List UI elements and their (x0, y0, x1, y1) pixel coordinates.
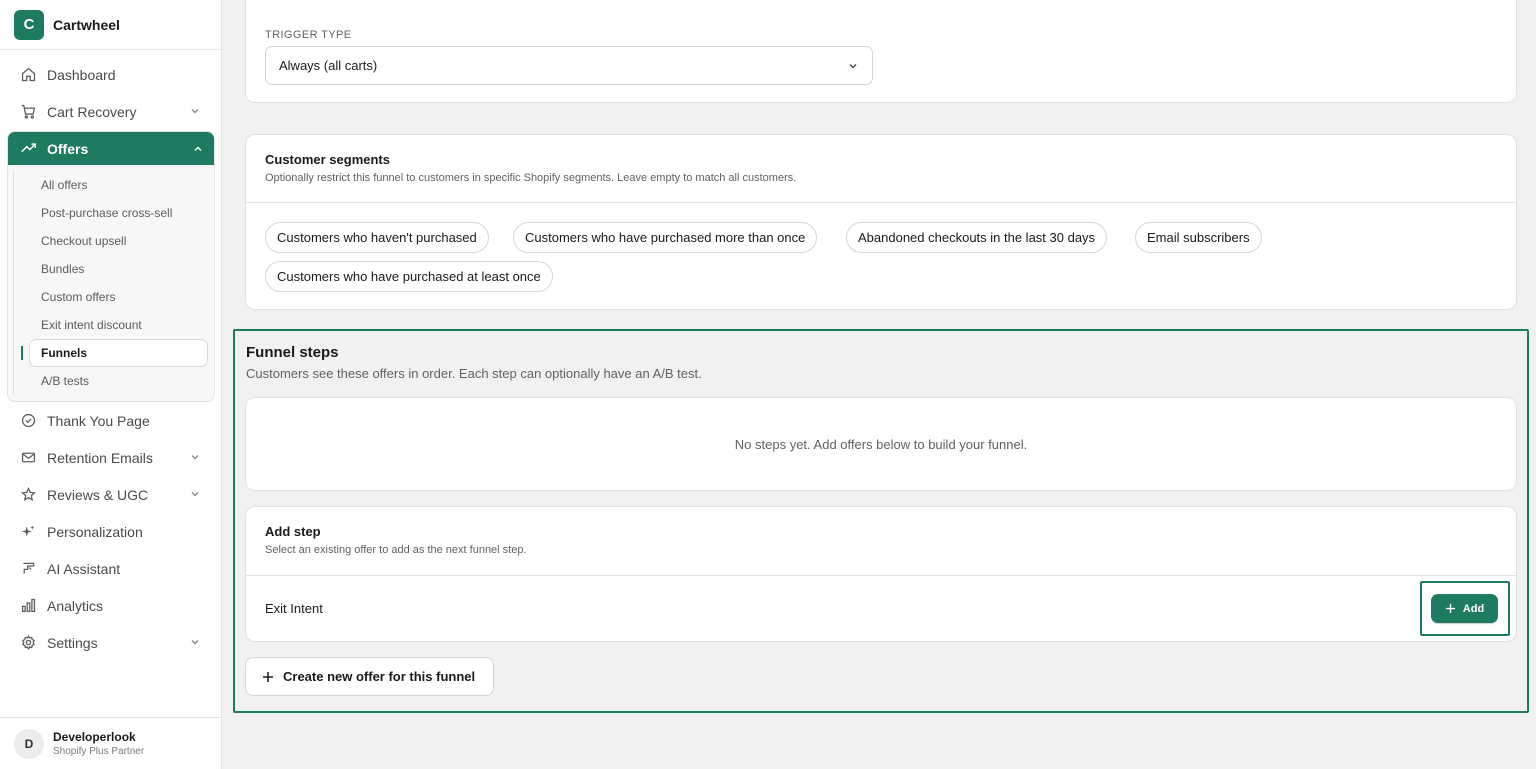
funnel-steps-header: Funnel steps Customers see these offers … (246, 344, 702, 381)
funnel-steps-title: Funnel steps (246, 344, 339, 361)
add-step-button[interactable]: Add (1431, 594, 1498, 623)
plus-icon (1445, 603, 1455, 614)
subnav-bundles[interactable]: Bundles (13, 255, 214, 283)
nav-personalization-label: Personalization (47, 523, 143, 540)
nav-offers-label: Offers (47, 140, 89, 157)
brand-logo: C (14, 9, 44, 40)
segments-title: Customer segments (265, 152, 390, 167)
nav-cart-recovery-label: Cart Recovery (47, 103, 137, 120)
segment-chip[interactable]: Customers who haven't purchased (265, 222, 489, 253)
user-text: Developerlook Shopify Plus Partner (53, 730, 144, 757)
nav-dashboard[interactable]: Dashboard (0, 56, 222, 93)
divider (246, 575, 1516, 576)
add-step-card: Add step Select an existing offer to add… (245, 506, 1517, 642)
trending-up-icon (20, 139, 37, 159)
segment-chip[interactable]: Abandoned checkouts in the last 30 days (846, 222, 1108, 253)
user-profile[interactable]: D Developerlook Shopify Plus Partner (0, 717, 222, 769)
nav-reviews-label: Reviews & UGC (47, 486, 149, 503)
subnav-all-offers[interactable]: All offers (13, 171, 214, 199)
segments-subtitle: Optionally restrict this funnel to custo… (265, 172, 797, 184)
trigger-card: TRIGGER TYPE Always (all carts) (245, 0, 1517, 103)
subnav-post-purchase[interactable]: Post-purchase cross-sell (13, 199, 214, 227)
bar-chart-icon (19, 597, 37, 615)
add-step-subtitle: Select an existing offer to add as the n… (265, 544, 527, 556)
segments-header: Customer segments Optionally restrict th… (265, 152, 796, 184)
main-nav: Dashboard Cart Recovery Offers All offer… (0, 56, 222, 661)
brand-name: Cartwheel (53, 16, 120, 33)
chevron-down-icon (191, 109, 199, 114)
offers-subnav: All offers Post-purchase cross-sell Chec… (13, 165, 214, 395)
add-step-title: Add step (265, 524, 321, 539)
nav-settings[interactable]: Settings (0, 624, 222, 661)
nav-retention[interactable]: Retention Emails (0, 439, 222, 476)
subnav-ab-tests[interactable]: A/B tests (13, 367, 214, 395)
plus-icon (263, 671, 273, 682)
home-icon (19, 66, 37, 84)
segment-chip[interactable]: Email subscribers (1135, 222, 1262, 253)
chevron-down-icon (191, 492, 199, 497)
cart-icon (19, 103, 37, 121)
nav-settings-label: Settings (47, 634, 98, 651)
nav-dashboard-label: Dashboard (47, 66, 116, 83)
nav-thank-you[interactable]: Thank You Page (0, 402, 222, 439)
funnel-steps-subtitle: Customers see these offers in order. Eac… (246, 366, 702, 381)
nav-retention-label: Retention Emails (47, 449, 153, 466)
user-role: Shopify Plus Partner (53, 746, 145, 757)
chevron-down-icon (191, 640, 199, 645)
check-circle-icon (19, 412, 37, 430)
add-step-header: Add step Select an existing offer to add… (265, 524, 527, 556)
sidebar: C Cartwheel Dashboard Cart Recovery Offe… (0, 0, 222, 769)
subnav-funnels[interactable]: Funnels (21, 339, 208, 367)
nav-analytics[interactable]: Analytics (0, 587, 222, 624)
segment-chip[interactable]: Customers who have purchased at least on… (265, 261, 553, 292)
subnav-exit-intent[interactable]: Exit intent discount (13, 311, 214, 339)
magic-wand-icon (19, 560, 37, 578)
nav-ai-assistant-label: AI Assistant (47, 560, 121, 577)
segment-chip[interactable]: Customers who have purchased more than o… (513, 222, 818, 253)
create-offer-button[interactable]: Create new offer for this funnel (245, 657, 494, 696)
user-name: Developerlook (53, 730, 136, 744)
nav-offers[interactable]: Offers (8, 132, 214, 165)
offers-group: Offers All offers Post-purchase cross-se… (7, 131, 215, 402)
nav-thank-you-label: Thank You Page (47, 412, 150, 429)
nav-ai-assistant[interactable]: AI Assistant (0, 550, 222, 587)
nav-personalization[interactable]: Personalization (0, 513, 222, 550)
chevron-down-icon (191, 455, 199, 460)
brand[interactable]: C Cartwheel (0, 0, 221, 50)
nav-cart-recovery[interactable]: Cart Recovery (0, 93, 222, 130)
empty-steps-card: No steps yet. Add offers below to build … (245, 397, 1517, 491)
subnav-custom-offers[interactable]: Custom offers (13, 283, 214, 311)
create-offer-button-label: Create new offer for this funnel (283, 669, 476, 684)
trigger-type-value: Always (all carts) (279, 58, 378, 73)
gear-icon (19, 634, 37, 652)
empty-steps-message: No steps yet. Add offers below to build … (734, 437, 1028, 452)
avatar: D (14, 728, 44, 759)
offer-name: Exit Intent (265, 601, 323, 616)
mail-icon (19, 449, 37, 467)
star-icon (19, 486, 37, 504)
trigger-type-select[interactable]: Always (all carts) (265, 46, 873, 85)
nav-analytics-label: Analytics (47, 597, 104, 614)
nav-reviews[interactable]: Reviews & UGC (0, 476, 222, 513)
chevron-up-icon (194, 146, 202, 151)
add-step-button-label: Add (1462, 602, 1485, 615)
chevron-down-icon (849, 64, 857, 69)
subnav-checkout-upsell[interactable]: Checkout upsell (13, 227, 214, 255)
sparkle-icon (19, 523, 37, 541)
divider (246, 202, 1516, 203)
trigger-type-label: TRIGGER TYPE (265, 29, 352, 41)
segments-card: Customer segments Optionally restrict th… (245, 134, 1517, 310)
